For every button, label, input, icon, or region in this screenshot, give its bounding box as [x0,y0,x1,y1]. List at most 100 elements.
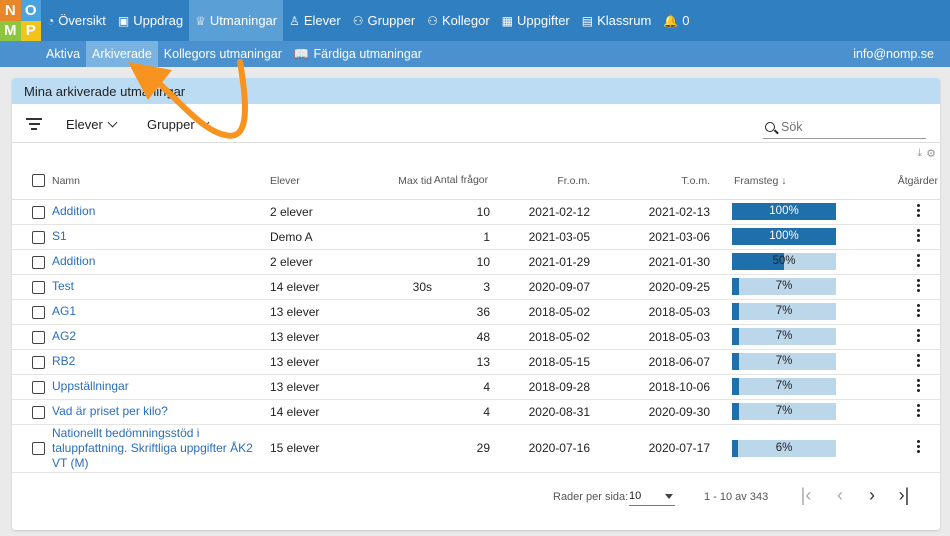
col-name[interactable]: Namn [52,163,264,200]
nav-item-8[interactable]: 🔔 0 [657,0,695,41]
challenge-name-link[interactable]: Test [52,279,74,293]
select-all-checkbox[interactable] [31,174,45,188]
user-email[interactable]: info@nomp.se [853,41,934,67]
challenge-name-link[interactable]: Uppställningar [52,379,129,393]
row-checkbox[interactable] [31,330,45,344]
nav-item-2[interactable]: ♕ Utmaningar [189,0,284,41]
progress-label: 7% [775,305,793,317]
groups-dropdown[interactable]: Grupper [147,117,210,132]
subnav-item-2[interactable]: Kollegors utmaningar [158,41,288,67]
nav-item-1[interactable]: ▣ Uppdrag [112,0,189,41]
search-input[interactable] [781,119,921,134]
book-open-icon: 📖 [293,46,310,61]
row-checkbox[interactable] [31,405,45,419]
more-actions-icon[interactable] [916,377,920,394]
col-students[interactable]: Elever [264,163,384,200]
rows-per-page-select[interactable]: 10 [629,486,675,506]
nav-item-5[interactable]: ⚇ Kollegor [421,0,495,41]
first-page-icon[interactable]: |‹ [796,485,816,505]
table-row[interactable]: AG2 13 elever 48 2018-05-02 2018-05-03 7% [12,324,940,350]
table-row[interactable]: Addition 2 elever 10 2021-01-29 2021-01-30 50… [12,249,940,275]
more-actions-icon[interactable] [916,202,920,219]
row-checkbox[interactable] [31,205,45,219]
more-actions-icon[interactable] [916,352,920,369]
more-actions-icon[interactable] [916,252,920,269]
table-row[interactable]: AG1 13 elever 36 2018-05-02 2018-05-03 7% [12,299,940,325]
table-row[interactable]: S1 Demo A 1 2021-03-05 2021-03-06 100% [12,224,940,250]
challenge-name-link[interactable]: AG2 [52,329,76,343]
nav-item-7[interactable]: ▤ Klassrum [576,0,658,41]
students-cell: 13 elever [264,324,384,350]
table-row[interactable]: Test 14 elever 30s 3 2020-09-07 2020-09-25 7% [12,274,940,300]
challenge-name-link[interactable]: Nationellt bedömningsstöd i taluppfattni… [52,426,253,470]
logo-letter: N [0,0,21,21]
nav-item-6[interactable]: ▦ Uppgifter [496,0,576,41]
questions-cell: 29 [432,424,490,473]
row-checkbox[interactable] [31,442,45,456]
more-actions-icon[interactable] [916,438,920,455]
challenge-name-link[interactable]: Addition [52,254,95,268]
nomp-logo[interactable]: N O M P [0,0,41,41]
from-date-cell: 2021-02-12 [490,199,602,225]
subnav-item-3[interactable]: 📖 Färdiga utmaningar [288,41,428,67]
row-checkbox[interactable] [31,255,45,269]
subnav-item-1[interactable]: Arkiverade [86,41,158,67]
questions-cell: 4 [432,374,490,400]
row-checkbox[interactable] [31,355,45,369]
pagination: Rader per sida: 10 1 - 10 av 343 |‹ ‹ › … [12,483,940,513]
challenge-name-link[interactable]: S1 [52,229,67,243]
more-actions-icon[interactable] [916,277,920,294]
students-cell: Demo A [264,224,384,250]
table-row[interactable]: RB2 13 elever 13 2018-05-15 2018-06-07 7% [12,349,940,375]
progress-bar: 7% [732,303,836,320]
to-date-cell: 2018-05-03 [602,324,720,350]
logo-letter: O [20,0,41,21]
table-row[interactable]: Nationellt bedömningsstöd i taluppfattni… [12,424,940,473]
download-icon[interactable]: ⤓ [917,147,922,160]
more-actions-icon[interactable] [916,402,920,419]
trophy-icon: ♕ [195,13,206,28]
row-checkbox[interactable] [31,380,45,394]
filter-bar: Elever Grupper [12,110,940,140]
col-questions[interactable]: Antal frågor [432,163,490,200]
col-max-time[interactable]: Max tid [384,163,432,200]
progress-label: 7% [775,355,793,367]
challenge-name-link[interactable]: RB2 [52,354,75,368]
gear-icon[interactable]: ⚙ [926,147,936,160]
to-date-cell: 2021-02-13 [602,199,720,225]
more-actions-icon[interactable] [916,302,920,319]
row-checkbox[interactable] [31,230,45,244]
table-row[interactable]: Vad är priset per kilo? 14 elever 4 2020-08… [12,399,940,425]
classroom-icon: ▤ [581,13,594,28]
filter-icon[interactable] [26,118,42,132]
row-checkbox[interactable] [31,305,45,319]
table-row[interactable]: Uppställningar 13 elever 4 2018-09-28 2018-1… [12,374,940,400]
more-actions-icon[interactable] [916,327,920,344]
col-progress[interactable]: Framsteg ↓ [720,163,840,200]
col-to[interactable]: T.o.m. [602,163,720,200]
subnav-item-0[interactable]: Aktiva [40,41,86,67]
nav-item-0[interactable]: ◔ Översikt [41,0,112,41]
students-dropdown[interactable]: Elever [66,117,118,132]
more-actions-icon[interactable] [916,227,920,244]
challenge-name-link[interactable]: Vad är priset per kilo? [52,404,168,418]
challenge-name-link[interactable]: Addition [52,204,95,218]
progress-bar: 100% [732,203,836,220]
col-from[interactable]: Fr.o.m. [490,163,602,200]
progress-label: 7% [775,380,793,392]
table-row[interactable]: Addition 2 elever 10 2021-02-12 2021-02-13 10… [12,199,940,225]
progress-label: 100% [769,230,799,242]
challenge-name-link[interactable]: AG1 [52,304,76,318]
from-date-cell: 2018-05-15 [490,349,602,375]
panel-title: Mina arkiverade utmaningar [12,78,940,104]
next-page-icon[interactable]: › [862,485,882,505]
questions-cell: 4 [432,399,490,425]
last-page-icon[interactable]: ›| [894,485,914,505]
row-checkbox[interactable] [31,280,45,294]
questions-cell: 48 [432,324,490,350]
prev-page-icon[interactable]: ‹ [830,485,850,505]
nav-item-4[interactable]: ⚇ Grupper [347,0,421,41]
groups-dropdown-label: Grupper [147,117,195,132]
to-date-cell: 2018-06-07 [602,349,720,375]
nav-item-3[interactable]: ♙ Elever [283,0,347,41]
